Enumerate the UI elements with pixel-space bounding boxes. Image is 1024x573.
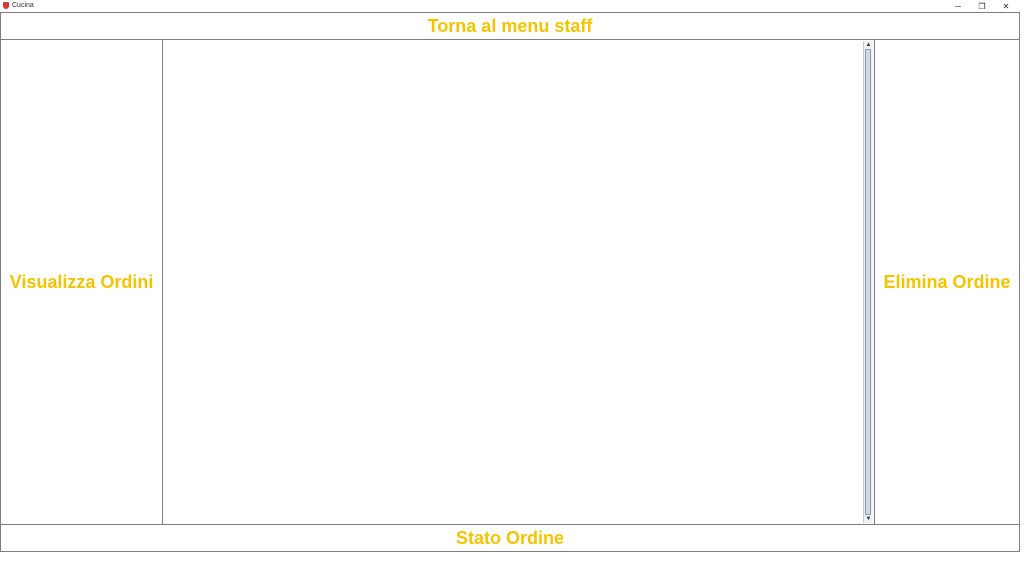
scroll-up-icon[interactable]: ▲ [864, 41, 873, 49]
kitchen-window: Cucina ─ ❐ ✕ Torna al menu staff Visuali… [0, 0, 1024, 573]
order-status-button[interactable]: Stato Ordine [0, 524, 1020, 552]
app-icon [3, 2, 9, 9]
window-title: Cucina [12, 2, 34, 9]
back-to-staff-menu-button[interactable]: Torna al menu staff [0, 12, 1020, 40]
orders-list[interactable]: ▲ ▼ [162, 39, 875, 525]
vertical-scrollbar[interactable]: ▲ ▼ [863, 41, 873, 523]
minimize-icon[interactable]: ─ [946, 0, 970, 12]
title-bar: Cucina ─ ❐ ✕ [0, 0, 1024, 12]
scroll-thumb[interactable] [865, 49, 871, 515]
delete-order-button[interactable]: Elimina Ordine [874, 39, 1020, 525]
view-orders-button[interactable]: Visualizza Ordini [0, 39, 163, 525]
scroll-down-icon[interactable]: ▼ [864, 515, 873, 523]
maximize-icon[interactable]: ❐ [970, 0, 994, 12]
close-icon[interactable]: ✕ [994, 0, 1018, 12]
